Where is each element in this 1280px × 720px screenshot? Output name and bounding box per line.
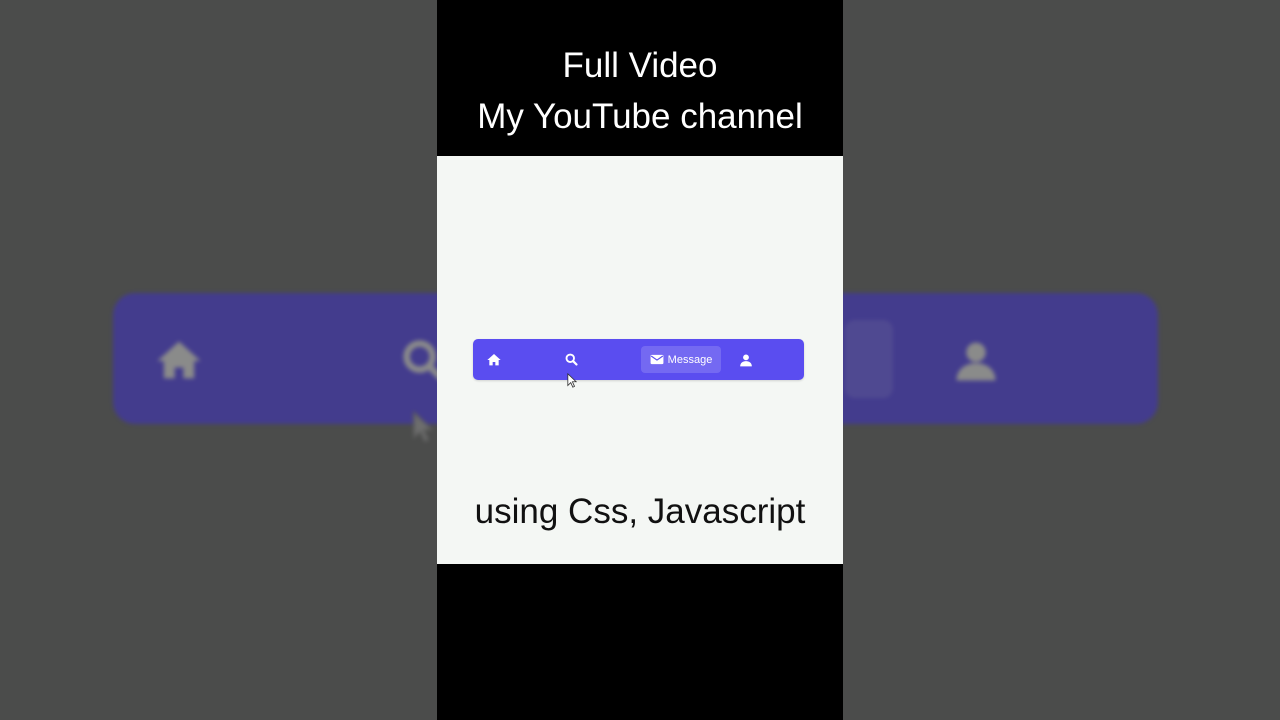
- blurred-active-pill: [845, 320, 893, 398]
- nav-item-message[interactable]: Message: [641, 346, 721, 373]
- title-line-1: Full Video: [562, 46, 718, 85]
- bottom-navbar: Message: [473, 339, 804, 380]
- video-panel: Full Video My YouTube channel Message us…: [437, 0, 843, 720]
- blurred-cursor-icon: [412, 410, 435, 444]
- demo-content: Message using Css, Javascript: [437, 156, 843, 564]
- nav-item-message-label: Message: [667, 353, 713, 366]
- search-icon: [565, 353, 578, 366]
- user-icon: [740, 353, 752, 366]
- title-line-2: My YouTube channel: [477, 97, 803, 136]
- nav-item-home[interactable]: [481, 339, 507, 380]
- home-icon: [487, 353, 501, 365]
- envelope-icon: [650, 354, 664, 365]
- title-bar: Full Video My YouTube channel: [437, 0, 843, 156]
- cursor-icon: [567, 373, 577, 388]
- nav-item-profile[interactable]: [733, 339, 759, 380]
- bottom-black-bar: [437, 564, 843, 720]
- blurred-user-icon: [950, 335, 1002, 387]
- video-frame: Full Video My YouTube channel Message us…: [0, 0, 1280, 720]
- blurred-home-icon: [153, 335, 205, 387]
- caption-text: using Css, Javascript: [474, 492, 806, 531]
